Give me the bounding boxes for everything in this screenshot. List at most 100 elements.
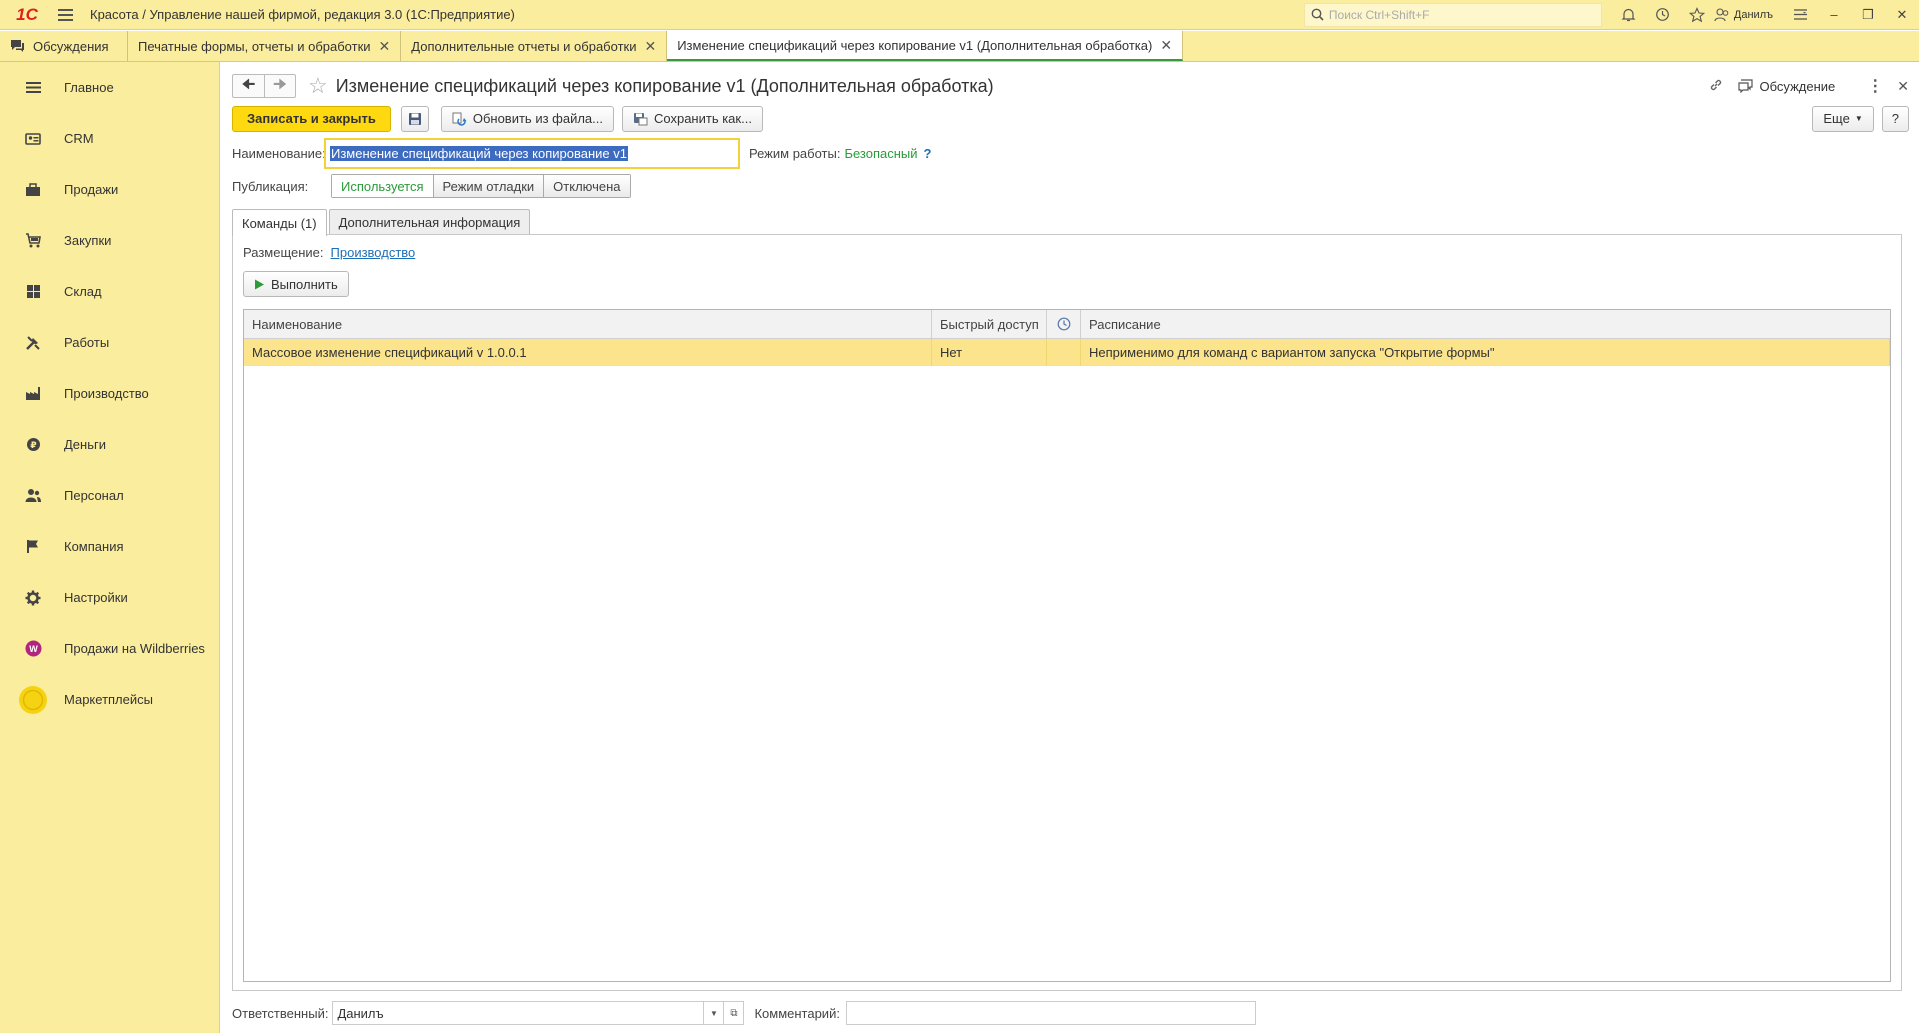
sidebar-item-label: Закупки	[64, 233, 112, 248]
sidebar-item-settings[interactable]: Настройки	[0, 572, 219, 623]
personnel-icon	[24, 487, 42, 505]
button-label: Выполнить	[271, 276, 338, 292]
sections-sidebar: Главное CRM Продажи Закупки Склад Работы…	[0, 62, 220, 1033]
purchases-icon	[24, 232, 42, 250]
works-icon	[24, 334, 42, 352]
publication-option-used[interactable]: Используется	[332, 175, 434, 197]
link-icon[interactable]	[1708, 77, 1724, 96]
update-from-file-button[interactable]: Обновить из файла...	[440, 105, 614, 132]
mode-help-link[interactable]: ?	[924, 146, 932, 161]
responsible-label: Ответственный:	[232, 1005, 329, 1021]
close-tab-icon[interactable]: ✕	[644, 38, 656, 55]
tab-label: Дополнительные отчеты и обработки	[411, 38, 637, 54]
favorite-star-icon[interactable]: ☆	[308, 75, 328, 97]
responsible-input[interactable]: Данилъ ▼ ⧉	[332, 1001, 745, 1025]
cell-name[interactable]: Массовое изменение спецификаций v 1.0.0.…	[244, 339, 932, 366]
more-vertical-icon[interactable]: ⋮	[1867, 76, 1883, 96]
help-button[interactable]: ?	[1881, 105, 1909, 132]
sidebar-item-label: Деньги	[64, 437, 106, 452]
favorites-star-icon[interactable]	[1680, 0, 1714, 30]
search-input[interactable]: Поиск Ctrl+Shift+F	[1303, 2, 1602, 27]
tab-label: Печатные формы, отчеты и обработки	[138, 38, 371, 54]
placement-link[interactable]: Производство	[331, 245, 416, 260]
name-row: Наименование: Изменение спецификаций чер…	[232, 138, 931, 169]
column-header-schedule[interactable]: Расписание	[1081, 310, 1890, 338]
main-menu-icon[interactable]	[48, 0, 82, 30]
close-tab-icon[interactable]: ✕	[379, 38, 391, 55]
back-arrow-icon[interactable]: 🠈	[232, 74, 264, 98]
publication-option-disabled[interactable]: Отключена	[544, 175, 630, 197]
sidebar-item-wildberries[interactable]: W Продажи на Wildberries	[0, 623, 219, 674]
menu-icon	[24, 79, 42, 97]
column-header-quick-access[interactable]: Быстрый доступ	[932, 310, 1047, 338]
mode-value-link[interactable]: Безопасный	[844, 146, 917, 161]
tab-print-forms[interactable]: Печатные формы, отчеты и обработки ✕	[128, 31, 402, 61]
tab-discussions[interactable]: Обсуждения	[0, 31, 128, 61]
sidebar-item-works[interactable]: Работы	[0, 317, 219, 368]
responsible-value: Данилъ	[337, 1005, 384, 1021]
bell-icon[interactable]	[1612, 0, 1646, 30]
toolbar-right: Еще ▼ ?	[1812, 105, 1909, 132]
sidebar-item-production[interactable]: Производство	[0, 368, 219, 419]
sidebar-item-label: Главное	[64, 80, 114, 95]
settings-menu-icon[interactable]	[1783, 0, 1817, 30]
save-as-button[interactable]: Сохранить как...	[622, 105, 763, 132]
form-header-actions: Обсуждение ⋮ ✕	[1708, 76, 1909, 96]
commands-table: Наименование Быстрый доступ Расписание М…	[243, 309, 1891, 982]
settings-icon	[24, 589, 42, 607]
sidebar-item-label: Персонал	[64, 488, 124, 503]
search-icon	[1311, 8, 1324, 21]
run-row: Выполнить	[243, 271, 349, 297]
open-icon[interactable]: ⧉	[723, 1002, 743, 1024]
sidebar-item-warehouse[interactable]: Склад	[0, 266, 219, 317]
tab-commands[interactable]: Команды (1)	[232, 209, 327, 236]
sidebar-item-purchases[interactable]: Закупки	[0, 215, 219, 266]
sidebar-item-marketplaces[interactable]: Маркетплейсы	[0, 674, 219, 725]
tab-additional-reports[interactable]: Дополнительные отчеты и обработки ✕	[401, 31, 668, 61]
discussion-button[interactable]: Обсуждение	[1737, 79, 1835, 94]
svg-text:₽: ₽	[30, 441, 36, 451]
save-button[interactable]	[400, 105, 429, 132]
forward-arrow-icon[interactable]: 🠊	[264, 74, 296, 98]
crm-icon	[24, 130, 42, 148]
sidebar-item-main[interactable]: Главное	[0, 62, 219, 113]
discussions-icon	[11, 40, 24, 52]
sidebar-item-money[interactable]: ₽ Деньги	[0, 419, 219, 470]
column-header-name[interactable]: Наименование	[244, 310, 932, 338]
comment-input[interactable]	[845, 1001, 1256, 1025]
button-label: Еще	[1823, 111, 1850, 126]
cell-schedule[interactable]: Неприменимо для команд с вариантом запус…	[1081, 339, 1890, 366]
cell-flag[interactable]	[1047, 339, 1081, 366]
money-icon: ₽	[24, 436, 42, 454]
save-and-close-button[interactable]: Записать и закрыть	[232, 105, 391, 132]
sidebar-item-personnel[interactable]: Персонал	[0, 470, 219, 521]
close-tab-icon[interactable]: ✕	[1160, 37, 1172, 54]
tab-additional-info[interactable]: Дополнительная информация	[328, 209, 531, 235]
minimize-icon[interactable]: –	[1817, 0, 1851, 30]
form-header: 🠈 🠊 ☆ Изменение спецификаций через копир…	[232, 72, 1909, 100]
discussion-icon	[1737, 79, 1753, 93]
cell-quick-access[interactable]: Нет	[932, 339, 1047, 366]
history-icon[interactable]	[1646, 0, 1680, 30]
table-header: Наименование Быстрый доступ Расписание	[244, 310, 1890, 339]
column-header-clock[interactable]	[1047, 310, 1081, 338]
sidebar-item-crm[interactable]: CRM	[0, 113, 219, 164]
restore-icon[interactable]: ❐	[1851, 0, 1885, 30]
title-bar: 1С Красота / Управление нашей фирмой, ре…	[0, 0, 1919, 30]
tab-current-processing[interactable]: Изменение спецификаций через копирование…	[667, 31, 1184, 61]
sidebar-item-label: Продажи на Wildberries	[64, 641, 205, 656]
dropdown-arrow-icon[interactable]: ▼	[703, 1002, 723, 1024]
table-row[interactable]: Массовое изменение спецификаций v 1.0.0.…	[244, 339, 1890, 366]
close-form-icon[interactable]: ✕	[1897, 78, 1909, 95]
name-input[interactable]: Изменение спецификаций через копирование…	[324, 138, 740, 169]
publication-switch: Используется Режим отладки Отключена	[331, 174, 631, 198]
close-window-icon[interactable]: ✕	[1885, 0, 1919, 30]
sidebar-item-sales[interactable]: Продажи	[0, 164, 219, 215]
wildberries-icon: W	[24, 640, 42, 658]
publication-option-debug[interactable]: Режим отладки	[433, 175, 545, 197]
user-menu[interactable]: Данилъ	[1714, 7, 1773, 22]
more-button[interactable]: Еще ▼	[1812, 105, 1874, 132]
sidebar-item-company[interactable]: Компания	[0, 521, 219, 572]
run-button[interactable]: Выполнить	[243, 271, 349, 297]
app-logo[interactable]: 1С	[6, 0, 48, 30]
